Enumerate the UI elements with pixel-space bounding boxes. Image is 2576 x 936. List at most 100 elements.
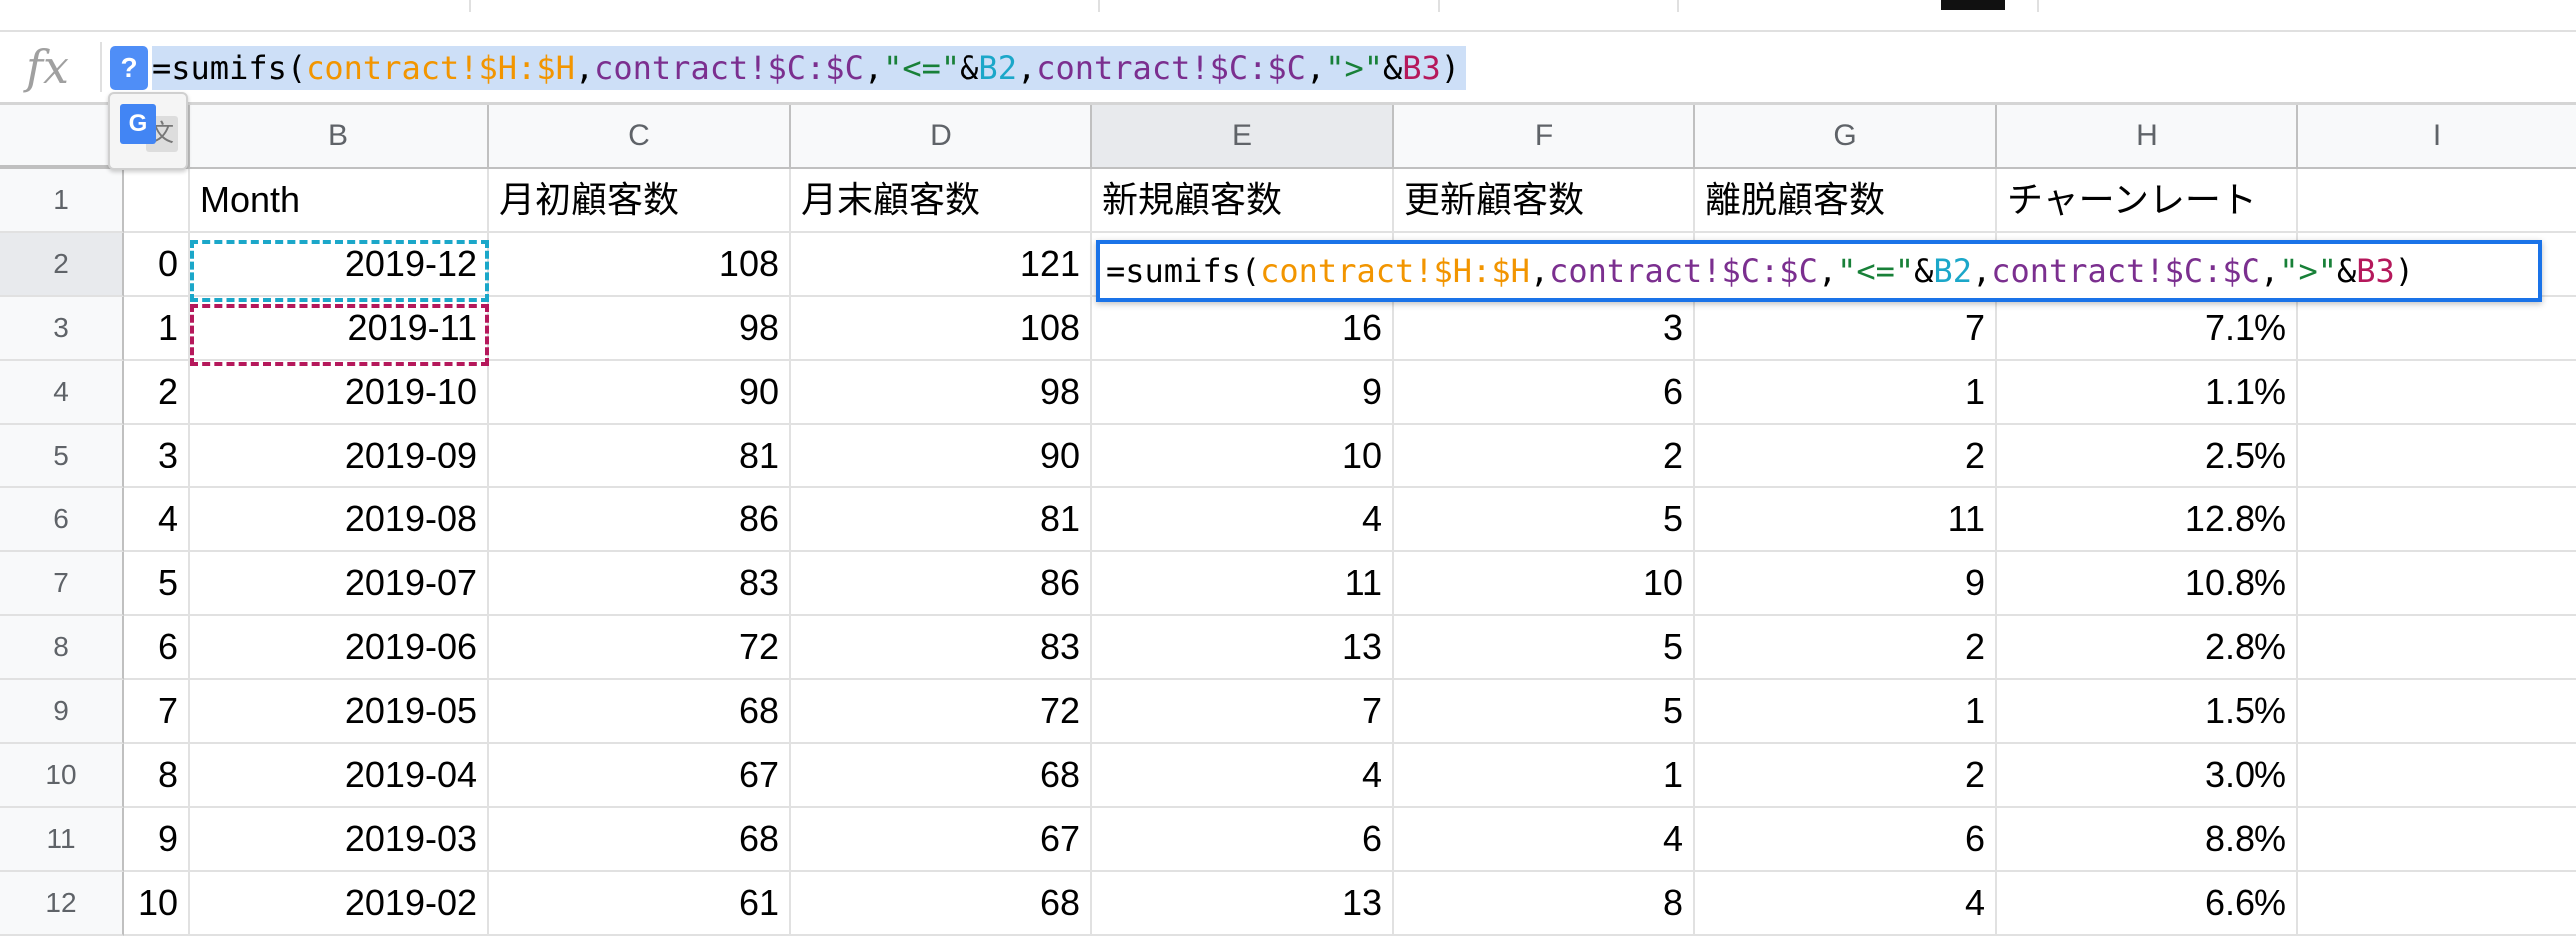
row-number[interactable]: 11 [0, 808, 124, 872]
table-cell[interactable]: 10 [124, 872, 190, 936]
table-cell[interactable]: 1 [1695, 680, 1997, 744]
table-cell[interactable] [2298, 297, 2576, 361]
table-cell[interactable]: 5 [124, 552, 190, 616]
table-cell[interactable]: 68 [489, 680, 791, 744]
table-cell[interactable]: 2019-04 [190, 744, 489, 808]
table-cell[interactable]: 7 [124, 680, 190, 744]
table-cell[interactable]: 11 [1092, 552, 1394, 616]
table-cell[interactable]: 9 [124, 808, 190, 872]
column-header-h[interactable]: H [1997, 105, 2298, 169]
table-cell[interactable]: 98 [791, 361, 1092, 425]
table-cell[interactable]: 11 [1695, 488, 1997, 552]
table-cell[interactable]: 12.8% [1997, 488, 2298, 552]
table-cell[interactable]: 10 [1394, 552, 1695, 616]
row-number[interactable]: 7 [0, 552, 124, 616]
table-cell[interactable]: 5 [1394, 616, 1695, 680]
table-cell[interactable]: 61 [489, 872, 791, 936]
table-cell[interactable]: 67 [791, 808, 1092, 872]
table-cell[interactable]: 2 [1695, 616, 1997, 680]
table-cell[interactable]: 月末顧客数 [791, 169, 1092, 233]
table-cell[interactable]: 6 [124, 616, 190, 680]
table-cell[interactable]: 83 [489, 552, 791, 616]
table-cell[interactable]: 83 [791, 616, 1092, 680]
table-cell[interactable]: 6 [1695, 808, 1997, 872]
table-cell[interactable]: 2019-06 [190, 616, 489, 680]
row-number[interactable]: 12 [0, 872, 124, 936]
table-cell[interactable]: 4 [1092, 488, 1394, 552]
table-cell[interactable]: 81 [791, 488, 1092, 552]
table-cell[interactable]: 新規顧客数 [1092, 169, 1394, 233]
table-cell[interactable]: 3 [124, 425, 190, 488]
column-header-b[interactable]: B [190, 105, 489, 169]
table-cell[interactable]: 6 [1394, 361, 1695, 425]
row-number[interactable]: 5 [0, 425, 124, 488]
table-cell[interactable]: 6 [1092, 808, 1394, 872]
table-cell[interactable]: 1 [1695, 361, 1997, 425]
table-cell[interactable]: 2019-07 [190, 552, 489, 616]
table-cell[interactable] [2298, 808, 2576, 872]
column-header-i[interactable]: I [2298, 105, 2576, 169]
table-cell[interactable]: 68 [791, 872, 1092, 936]
cell-editor[interactable]: =sumifs(contract!$H:$H,contract!$C:$C,"<… [1096, 240, 2542, 302]
table-cell[interactable]: 0 [124, 233, 190, 297]
table-cell[interactable]: 81 [489, 425, 791, 488]
table-cell[interactable]: 更新顧客数 [1394, 169, 1695, 233]
table-cell[interactable]: 10.8% [1997, 552, 2298, 616]
table-cell[interactable]: 2019-05 [190, 680, 489, 744]
google-translate-icon[interactable]: 文 G [108, 92, 188, 170]
table-cell[interactable] [124, 169, 190, 233]
table-cell[interactable] [2298, 680, 2576, 744]
table-cell[interactable]: 2.5% [1997, 425, 2298, 488]
table-cell[interactable]: 90 [489, 361, 791, 425]
table-cell[interactable]: 8 [124, 744, 190, 808]
table-cell[interactable]: 4 [124, 488, 190, 552]
table-cell[interactable]: 86 [489, 488, 791, 552]
table-cell[interactable]: 13 [1092, 872, 1394, 936]
table-cell[interactable]: 3.0% [1997, 744, 2298, 808]
table-cell[interactable]: 98 [489, 297, 791, 361]
table-cell[interactable]: 4 [1695, 872, 1997, 936]
table-cell[interactable] [2298, 872, 2576, 936]
table-cell[interactable]: 2 [124, 361, 190, 425]
table-cell[interactable]: 4 [1092, 744, 1394, 808]
table-cell[interactable] [2298, 616, 2576, 680]
formula-bar[interactable]: fx ? =sumifs(contract!$H:$H,contract!$C:… [0, 32, 2576, 105]
table-cell[interactable] [2298, 169, 2576, 233]
table-cell[interactable]: 90 [791, 425, 1092, 488]
row-number[interactable]: 8 [0, 616, 124, 680]
table-cell[interactable]: Month [190, 169, 489, 233]
table-cell[interactable]: 8 [1394, 872, 1695, 936]
column-header-f[interactable]: F [1394, 105, 1695, 169]
table-cell[interactable]: 67 [489, 744, 791, 808]
table-cell[interactable]: 1 [1394, 744, 1695, 808]
table-cell[interactable] [2298, 425, 2576, 488]
table-cell[interactable]: 8.8% [1997, 808, 2298, 872]
row-number[interactable]: 1 [0, 169, 124, 233]
table-cell[interactable]: 7 [1695, 297, 1997, 361]
formula-help-icon[interactable]: ? [110, 46, 148, 90]
table-cell[interactable]: 4 [1394, 808, 1695, 872]
table-cell[interactable]: 2019-02 [190, 872, 489, 936]
table-cell[interactable]: 2 [1394, 425, 1695, 488]
table-cell[interactable] [2298, 552, 2576, 616]
table-cell[interactable]: 2 [1695, 744, 1997, 808]
table-cell[interactable]: 72 [489, 616, 791, 680]
table-cell[interactable]: 68 [791, 744, 1092, 808]
table-cell[interactable]: 2019-10 [190, 361, 489, 425]
table-cell[interactable]: 68 [489, 808, 791, 872]
table-cell[interactable]: 1.1% [1997, 361, 2298, 425]
column-header-c[interactable]: C [489, 105, 791, 169]
table-cell[interactable]: 3 [1394, 297, 1695, 361]
row-number[interactable]: 9 [0, 680, 124, 744]
table-cell[interactable]: 121 [791, 233, 1092, 297]
formula-input[interactable]: =sumifs(contract!$H:$H,contract!$C:$C,"<… [152, 46, 1467, 90]
table-cell[interactable]: 9 [1695, 552, 1997, 616]
table-cell[interactable]: チャーンレート [1997, 169, 2298, 233]
table-cell[interactable]: 13 [1092, 616, 1394, 680]
table-cell[interactable]: 5 [1394, 488, 1695, 552]
table-cell[interactable]: 2 [1695, 425, 1997, 488]
table-cell[interactable]: 86 [791, 552, 1092, 616]
table-cell[interactable] [2298, 488, 2576, 552]
table-cell[interactable] [2298, 361, 2576, 425]
table-cell[interactable]: 9 [1092, 361, 1394, 425]
